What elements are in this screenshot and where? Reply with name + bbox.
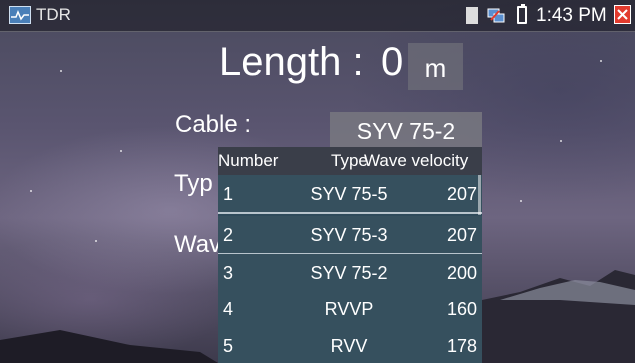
length-value: 0 bbox=[381, 40, 404, 84]
row-number: 5 bbox=[223, 336, 234, 356]
row-velocity: 200 bbox=[446, 263, 477, 283]
battery-icon bbox=[517, 4, 527, 24]
row-type: SYV 75-2 bbox=[310, 263, 388, 283]
status-bar: TDR 1:43 PM bbox=[0, 0, 635, 32]
row-velocity: 160 bbox=[446, 299, 477, 319]
row-velocity: 178 bbox=[446, 336, 477, 356]
row-velocity: 207 bbox=[446, 184, 477, 204]
clock: 1:43 PM bbox=[536, 5, 607, 26]
tdr-app-icon bbox=[9, 6, 31, 24]
header-number: Number bbox=[218, 151, 279, 170]
cable-select[interactable]: SYV 75-2 bbox=[330, 112, 482, 150]
unit-button[interactable]: m bbox=[408, 43, 463, 90]
dropdown-row[interactable]: 5 RVV 178 bbox=[218, 327, 482, 363]
cable-dropdown: Number Type Wave velocity 1 SYV 75-5 207… bbox=[218, 147, 482, 363]
row-type: RVV bbox=[330, 336, 368, 356]
row-type: SYV 75-5 bbox=[310, 184, 388, 204]
close-icon[interactable] bbox=[614, 5, 631, 24]
row-number: 1 bbox=[223, 184, 234, 204]
dropdown-scrollbar[interactable] bbox=[478, 175, 481, 215]
cable-label: Cable : bbox=[175, 111, 252, 138]
row-number: 4 bbox=[223, 299, 234, 319]
app-title: TDR bbox=[36, 5, 71, 24]
dropdown-row[interactable]: 3 SYV 75-2 200 bbox=[218, 254, 482, 293]
network-icon bbox=[487, 8, 505, 23]
type-label: Typ bbox=[174, 170, 213, 197]
dropdown-row[interactable]: 4 RVVP 160 bbox=[218, 290, 482, 329]
row-type: RVVP bbox=[324, 299, 374, 319]
sd-card-icon bbox=[466, 7, 478, 24]
row-number: 3 bbox=[223, 263, 234, 283]
row-number: 2 bbox=[223, 225, 234, 245]
row-velocity: 207 bbox=[446, 225, 477, 245]
wave-velocity-label: Wav bbox=[174, 231, 222, 258]
dropdown-row[interactable]: 2 SYV 75-3 207 bbox=[218, 216, 482, 255]
dropdown-row[interactable]: 1 SYV 75-5 207 bbox=[218, 175, 482, 214]
row-type: SYV 75-3 bbox=[310, 225, 388, 245]
length-label: Length : bbox=[219, 40, 364, 84]
dropdown-header: Number Type Wave velocity bbox=[218, 147, 482, 175]
header-wave-velocity: Wave velocity bbox=[364, 151, 469, 170]
header-type: Type bbox=[331, 151, 368, 170]
